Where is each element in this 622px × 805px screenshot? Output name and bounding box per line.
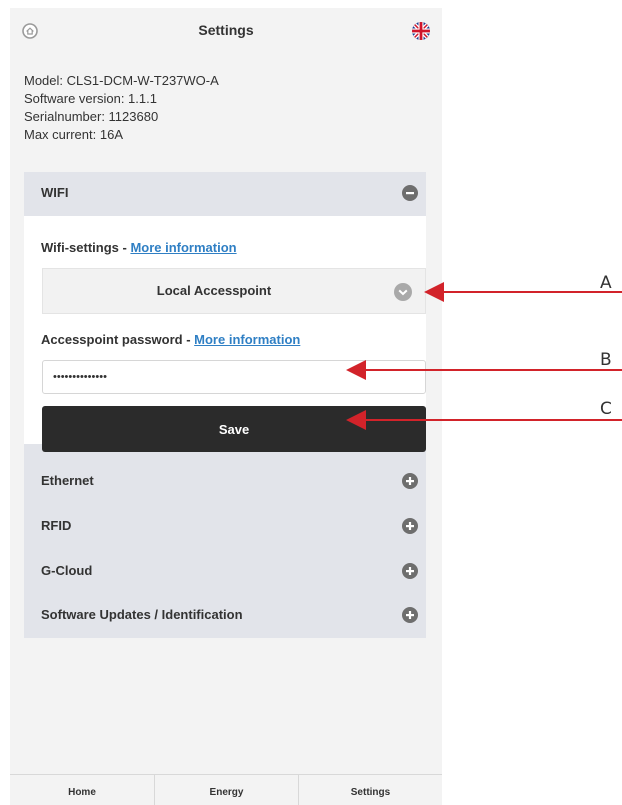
callout-annotations: A B C <box>346 273 622 430</box>
callout-label-c: C <box>600 399 612 419</box>
callout-label-a: A <box>600 273 612 293</box>
callout-label-b: B <box>600 350 612 370</box>
